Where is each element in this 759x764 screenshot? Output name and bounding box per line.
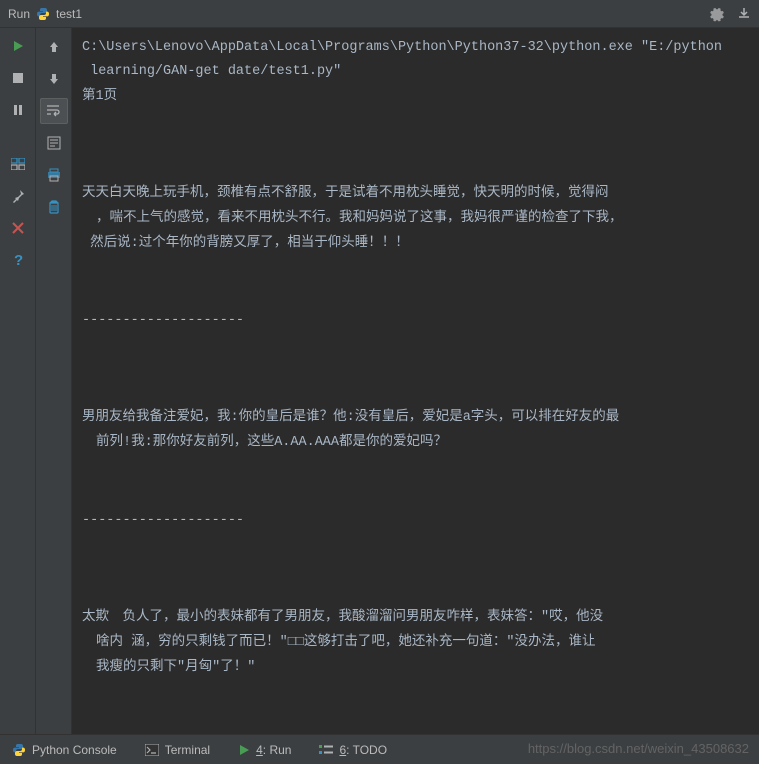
page-label: 第1页: [82, 85, 749, 109]
script-name: test1: [56, 7, 82, 21]
tab-label: Terminal: [165, 743, 210, 757]
terminal-icon: [145, 744, 159, 756]
run-icon: [238, 744, 250, 756]
run-tool-header: Run test1: [0, 0, 759, 28]
hide-icon[interactable]: [737, 6, 751, 22]
todo-icon: [319, 744, 333, 756]
layout-button[interactable]: [6, 152, 30, 176]
python-file-icon: [36, 7, 50, 21]
watermark-text: https://blog.csdn.net/weixin_43508632: [528, 741, 749, 756]
exec-path-line: C:\Users\Lenovo\AppData\Local\Programs\P…: [82, 36, 749, 60]
pause-button[interactable]: [6, 98, 30, 122]
console-output[interactable]: C:\Users\Lenovo\AppData\Local\Programs\P…: [72, 28, 759, 734]
tab-python-console[interactable]: Python Console: [8, 743, 121, 757]
run-label: Run: [8, 7, 30, 21]
rerun-button[interactable]: [6, 34, 30, 58]
story-block-2: 男朋友给我备注爱妃，我:你的皇后是谁？他:没有皇后，爱妃是a字头，可以排在好友的…: [82, 406, 749, 456]
divider-2: --------------------: [82, 509, 749, 533]
up-button[interactable]: [40, 34, 68, 60]
tab-todo[interactable]: 6: TODO: [315, 743, 391, 757]
story-block-1: 天天白天晚上玩手机，颈椎有点不舒服，于是试着不用枕头睡觉，快天明的时候，觉得闷 …: [82, 182, 749, 257]
stop-button[interactable]: [6, 66, 30, 90]
divider-1: --------------------: [82, 309, 749, 333]
tab-label: Python Console: [32, 743, 117, 757]
tab-terminal[interactable]: Terminal: [141, 743, 214, 757]
down-button[interactable]: [40, 66, 68, 92]
python-icon: [12, 743, 26, 757]
tab-run[interactable]: 4: Run: [234, 743, 295, 757]
exec-path-line2: learning/GAN-get date/test1.py": [82, 60, 749, 84]
soft-wrap-button[interactable]: [40, 98, 68, 124]
console-actions-toolbar: [36, 28, 72, 734]
story-block-3: 太欺 负人了，最小的表妹都有了男朋友，我酸溜溜问男朋友咋样，表妹答："哎，他没 …: [82, 606, 749, 681]
settings-icon[interactable]: [709, 6, 725, 22]
pin-button[interactable]: [6, 184, 30, 208]
print-button[interactable]: [40, 162, 68, 188]
bottom-tool-tabs: Python Console Terminal 4: Run 6: TODO h…: [0, 734, 759, 764]
run-actions-toolbar: ?: [0, 28, 36, 734]
scroll-to-end-button[interactable]: [40, 130, 68, 156]
clear-all-button[interactable]: [40, 194, 68, 220]
close-button[interactable]: [6, 216, 30, 240]
svg-text:?: ?: [14, 252, 23, 268]
help-button[interactable]: ?: [6, 248, 30, 272]
